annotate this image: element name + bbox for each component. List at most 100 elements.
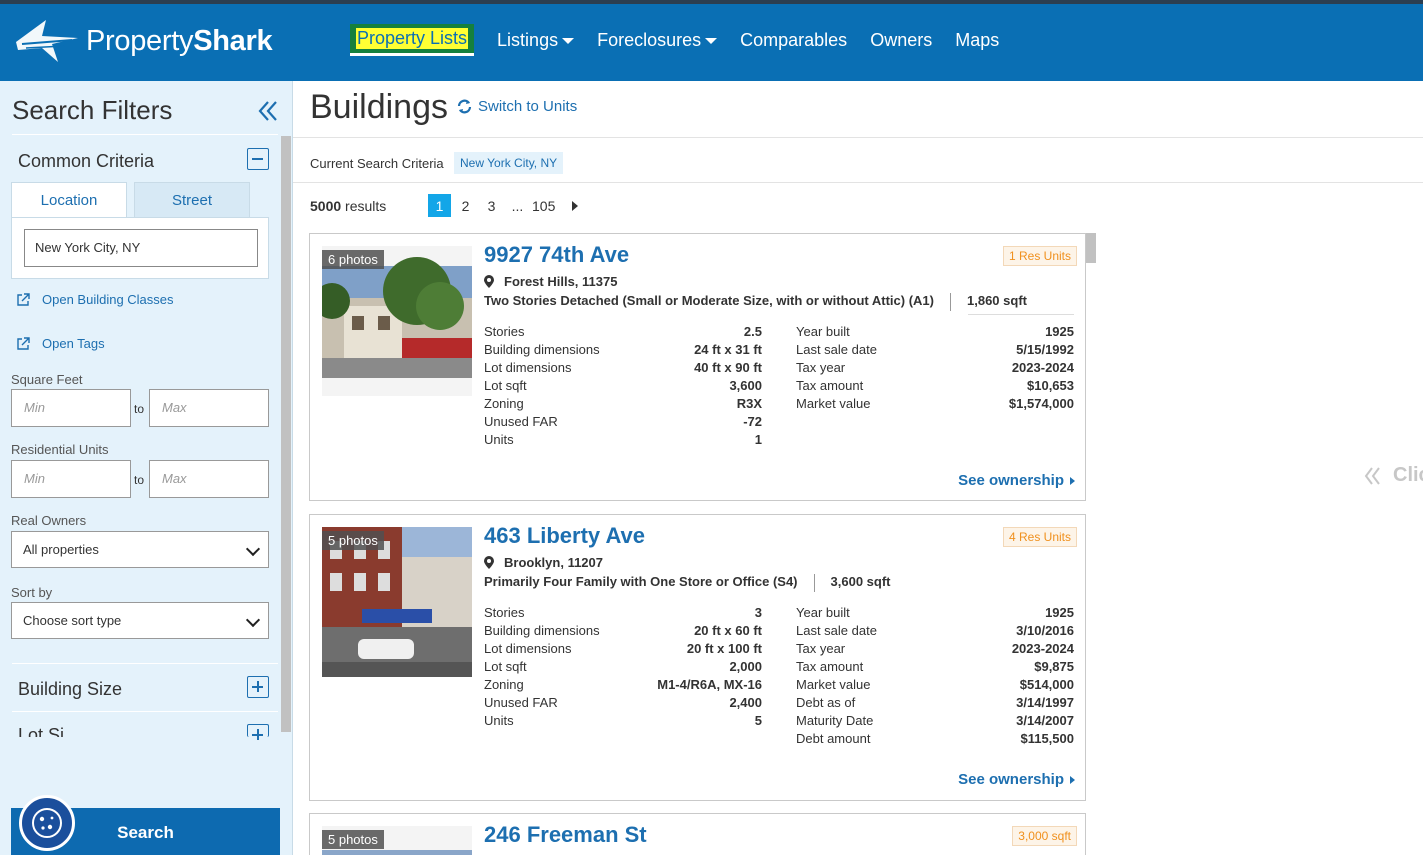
listing-address[interactable]: 463 Liberty Ave [484,523,645,549]
detail-row: Stories 3 [484,605,762,620]
square-feet-min-input[interactable]: Min [11,389,131,427]
location-input[interactable]: New York City, NY [24,229,258,267]
detail-row: Market value $514,000 [796,677,1074,692]
photo-count: 5 photos [322,830,384,849]
next-page-icon[interactable] [572,200,579,211]
nav-foreclosures[interactable]: Foreclosures [597,24,718,56]
open-building-classes-link[interactable]: Open Building Classes [16,292,174,307]
to-label: to [134,402,145,416]
nav-owners[interactable]: Owners [870,24,932,56]
residential-units-max-input[interactable]: Max [149,460,269,498]
cookie-icon [32,808,62,838]
results-list: 6 photos 9927 74th Ave 1 Res Units Fores… [309,233,1097,855]
double-chevron-left-icon[interactable] [256,99,280,123]
building-size-heading[interactable]: Building Size [18,679,122,700]
cookie-settings-button[interactable] [19,795,75,851]
results-scrollbar[interactable] [1086,233,1096,263]
listing-card: 5 photos 463 Liberty Ave 4 Res Units Bro… [309,514,1086,801]
details-left: Stories 2.5 Building dimensions 24 ft x 31… [484,323,762,449]
units-badge: 4 Res Units [1002,527,1077,547]
caret-right-icon [1070,775,1075,784]
detail-row: Tax amount $9,875 [796,659,1074,674]
building-class: Primarily Four Family with One Store or … [484,574,891,592]
nav-property-lists[interactable]: Property Lists [350,24,475,56]
details-left: Stories 3 Building dimensions 20 ft x 60 f… [484,604,762,730]
detail-row: Lot sqft 2,000 [484,659,762,674]
page-2[interactable]: 2 [454,194,477,217]
nav-listings[interactable]: Listings [497,24,575,56]
detail-row: Tax year 2023-2024 [796,641,1074,656]
tab-location[interactable]: Location [11,182,127,218]
map-panel-hint[interactable]: Clic [1363,464,1423,487]
square-feet-max-input[interactable]: Max [149,389,269,427]
switch-to-units-link[interactable]: Switch to Units [456,98,577,115]
detail-row: Lot dimensions 20 ft x 100 ft [484,641,762,656]
criteria-tag[interactable]: New York City, NY [454,152,564,174]
caret-down-icon [562,38,575,44]
detail-row: Market value $1,574,000 [796,396,1074,411]
chevron-down-icon [245,541,261,557]
detail-row: Unused FAR 2,400 [484,695,762,710]
detail-row: Year built 1925 [796,324,1074,339]
details-right: Year built 1925 Last sale date 5/15/1992 T… [796,323,1074,413]
listing-address[interactable]: 9927 74th Ave [484,242,629,268]
divider [12,134,278,135]
nav-maps[interactable]: Maps [955,24,999,56]
property-photo[interactable]: 5 photos [322,826,472,855]
to-label: to [134,473,145,487]
detail-row: Tax year 2023-2024 [796,360,1074,375]
detail-row: Unused FAR -72 [484,414,762,429]
details-right: Year built 1925 Last sale date 3/10/2016 T… [796,604,1074,748]
nav-comparables[interactable]: Comparables [740,24,847,56]
main-nav: Property Lists Listings Foreclosures Com… [350,24,1022,56]
pagination: 1 2 3 ... 105 [428,194,579,217]
collapse-section-icon[interactable] [247,148,269,170]
units-badge: 1 Res Units [1002,246,1077,266]
residential-units-min-input[interactable]: Min [11,460,131,498]
detail-row: Debt as of 3/14/1997 [796,695,1074,710]
real-owners-select[interactable]: All properties [11,531,269,568]
expand-section-icon[interactable] [247,676,269,698]
sort-by-label: Sort by [11,585,53,600]
sort-by-select[interactable]: Choose sort type [11,602,269,639]
property-photo[interactable]: 6 photos [322,246,472,396]
residential-units-label: Residential Units [11,442,109,457]
shark-logo-icon [16,20,78,62]
detail-row: Building dimensions 24 ft x 31 ft [484,342,762,357]
sidebar-title: Search Filters [12,95,173,125]
side-hint-text: Clic [1393,464,1423,486]
page-3[interactable]: 3 [480,194,503,217]
logo-text: PropertyShark [86,24,273,57]
external-link-icon [17,336,30,350]
sidebar-scrollbar[interactable] [281,136,291,732]
external-link-icon [17,292,30,306]
detail-row: Year built 1925 [796,605,1074,620]
divider [293,137,1423,138]
divider [968,314,1074,315]
caret-down-icon [705,38,718,44]
top-navbar: PropertyShark Property Lists Listings Fo… [0,0,1423,81]
propertyshark-logo[interactable]: PropertyShark [12,16,273,66]
map-pin-icon [484,275,494,288]
detail-row: Zoning R3X [484,396,762,411]
lot-size-heading[interactable]: Lot Si... [18,725,79,737]
tab-street[interactable]: Street [134,182,250,218]
square-feet-label: Square Feet [11,372,83,387]
search-filters-sidebar: Search Filters Common Criteria Location … [0,81,293,855]
detail-row: Building dimensions 20 ft x 60 ft [484,623,762,638]
photo-count: 6 photos [322,250,384,269]
detail-row: Lot sqft 3,600 [484,378,762,393]
page-105[interactable]: 105 [532,194,555,217]
page-1[interactable]: 1 [428,194,451,217]
detail-row: Stories 2.5 [484,324,762,339]
expand-section-icon[interactable] [247,724,269,740]
listing-card: 5 photos 246 Freeman St 3,000 sqft [309,813,1086,855]
see-ownership-link[interactable]: See ownership [958,472,1075,489]
listing-address[interactable]: 246 Freeman St [484,822,647,848]
listing-card: 6 photos 9927 74th Ave 1 Res Units Fores… [309,233,1086,501]
property-photo[interactable]: 5 photos [322,527,472,677]
open-tags-link[interactable]: Open Tags [16,336,105,351]
photo-count: 5 photos [322,531,384,550]
real-owners-label: Real Owners [11,513,87,528]
see-ownership-link[interactable]: See ownership [958,771,1075,788]
